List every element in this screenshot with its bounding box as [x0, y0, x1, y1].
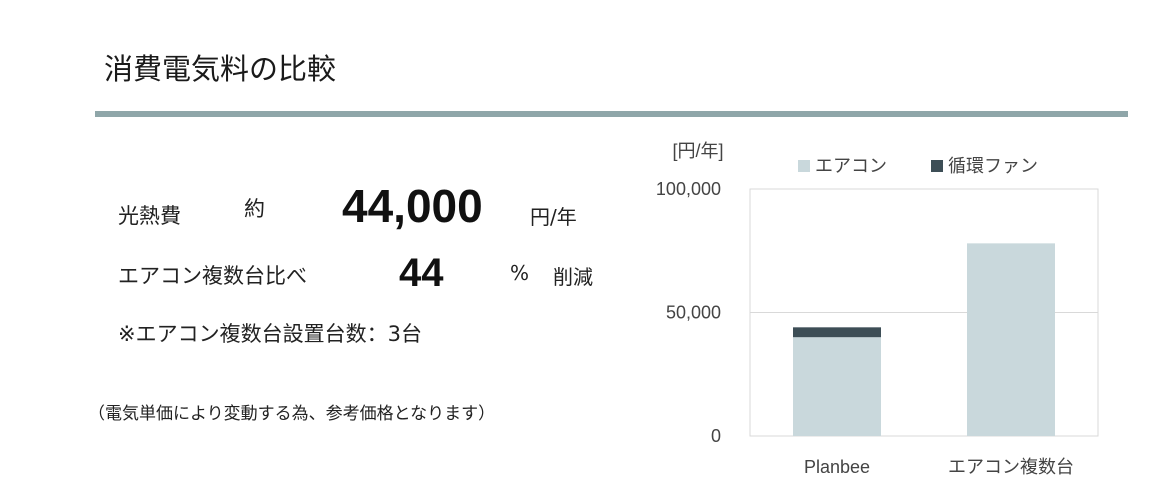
legend-swatch [798, 160, 810, 172]
legend-swatch [931, 160, 943, 172]
y-tick-label: 100,000 [656, 179, 721, 199]
y-tick-label: 0 [711, 426, 721, 446]
bar-aircon [793, 337, 881, 436]
bar-aircon [967, 243, 1055, 436]
x-tick-label: Planbee [804, 457, 870, 477]
x-tick-label: エアコン複数台 [948, 457, 1074, 477]
cost-comparison-chart: 0 50,000 100,000 [円/年] Planbee エアコン複数台 エアコン 循環フ… [656, 141, 1099, 477]
legend-label: 循環ファン [948, 156, 1038, 177]
y-axis-label: [円/年] [672, 141, 723, 161]
y-tick-label: 50,000 [666, 303, 721, 323]
bar-fan [793, 327, 881, 338]
legend-label: エアコン [815, 156, 887, 177]
